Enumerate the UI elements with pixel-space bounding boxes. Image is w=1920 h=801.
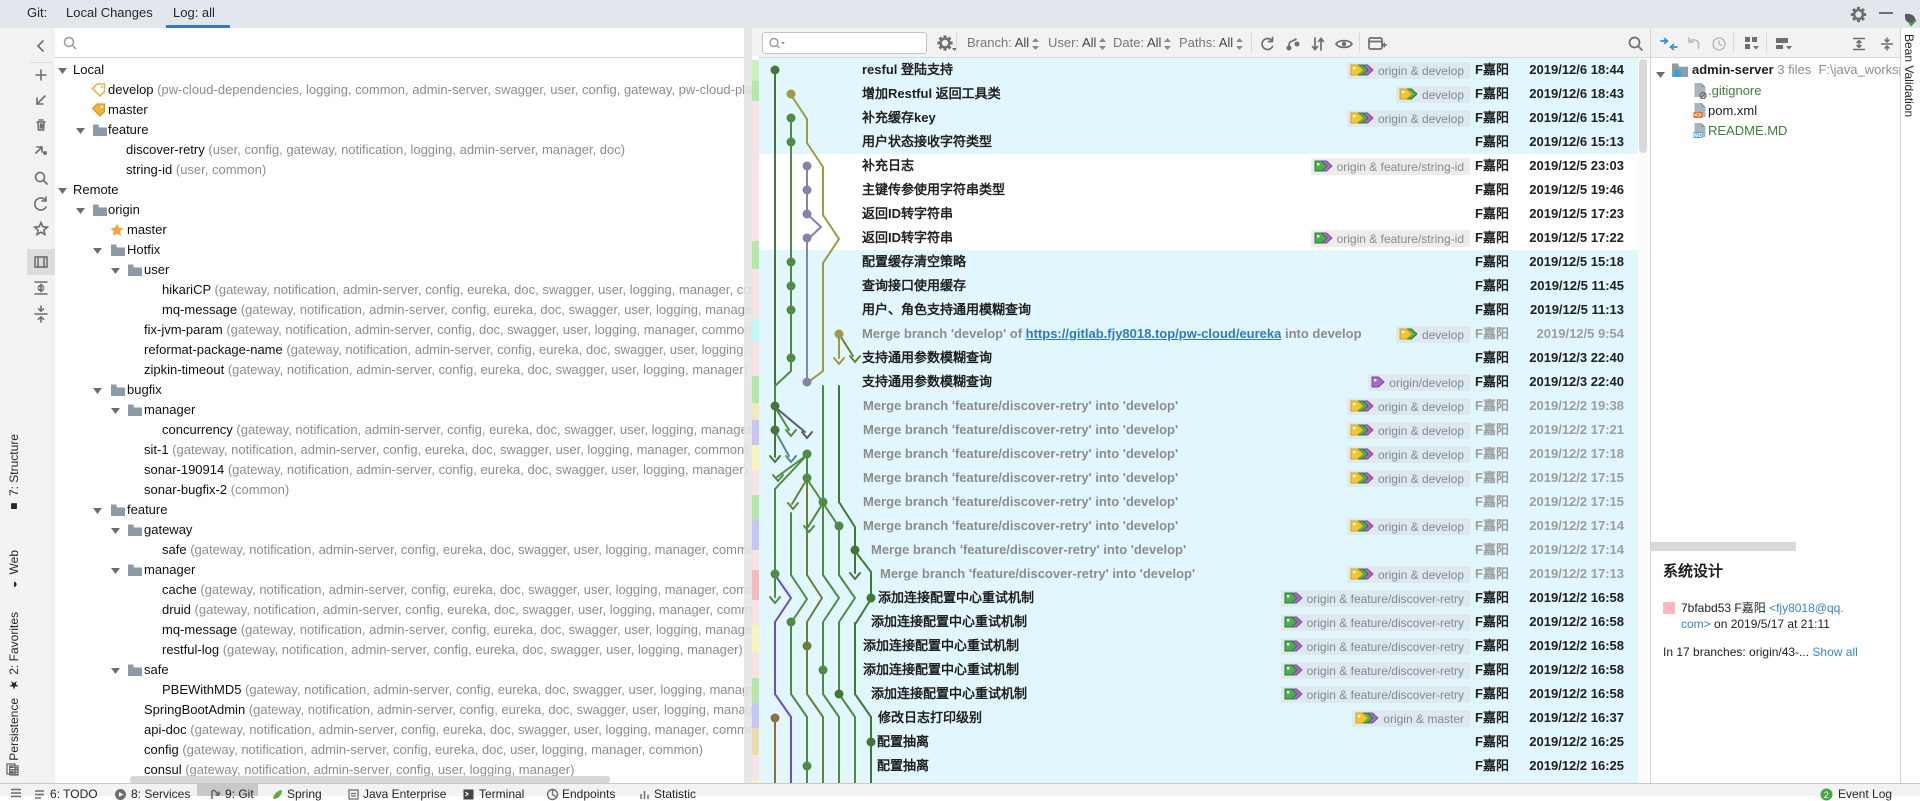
svg-text:<>: <>	[1695, 113, 1703, 119]
svg-text:2: 2	[1824, 790, 1829, 800]
svg-text:MD: MD	[1694, 133, 1703, 139]
